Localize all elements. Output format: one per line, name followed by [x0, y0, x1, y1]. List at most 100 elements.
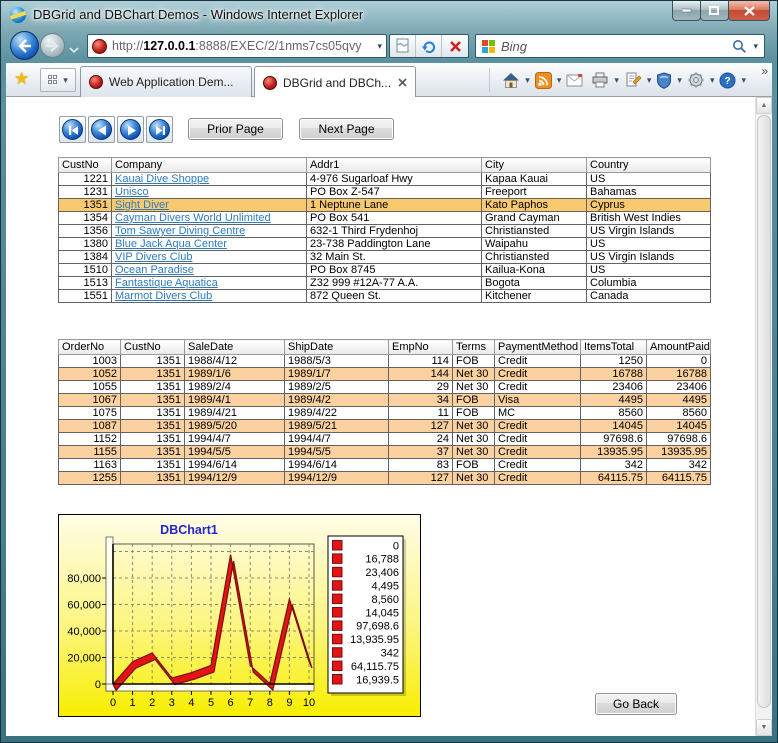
column-header[interactable]: Addr1 — [307, 158, 482, 173]
cell: Credit — [495, 420, 581, 433]
safety-dropdown-icon[interactable]: ▾ — [677, 76, 682, 85]
company-link[interactable]: Sight Diver — [115, 199, 169, 211]
favorites-star-icon[interactable]: ★ — [14, 69, 29, 89]
scrollbar-thumb[interactable] — [757, 115, 771, 708]
help-dropdown-icon[interactable]: ▾ — [741, 76, 746, 85]
cell: Z32 999 #12A-77 A.A. — [307, 277, 482, 290]
column-header[interactable]: SaleDate — [185, 340, 285, 355]
column-header[interactable]: AmountPaid — [647, 340, 711, 355]
column-header[interactable]: CustNo — [59, 158, 112, 173]
toolbar-overflow-chevron[interactable]: » — [761, 64, 768, 78]
search-box[interactable]: Bing ▾ — [475, 34, 765, 58]
command-bar: ▾ ▾ — [489, 68, 746, 92]
column-header[interactable]: Country — [587, 158, 711, 173]
cell: 872 Queen St. — [307, 290, 482, 303]
column-header[interactable]: PaymentMethod — [495, 340, 581, 355]
company-link[interactable]: Blue Jack Aqua Center — [115, 238, 227, 250]
refresh-button[interactable] — [416, 35, 442, 57]
read-mail-button[interactable] — [564, 69, 586, 91]
cell: 64115.75 — [581, 472, 647, 485]
cell: Credit — [495, 446, 581, 459]
compatibility-view-button[interactable] — [390, 35, 416, 57]
go-back-button[interactable]: Go Back — [595, 693, 677, 715]
vertical-scrollbar[interactable]: ▲ ▼ — [755, 97, 772, 736]
legend-value: 13,935.95 — [350, 634, 399, 646]
company-link[interactable]: Ocean Paradise — [115, 264, 194, 276]
maximize-button[interactable] — [700, 1, 729, 21]
gear-icon — [687, 71, 705, 89]
minimize-button[interactable] — [672, 1, 701, 21]
close-button[interactable] — [728, 1, 770, 21]
last-record-button[interactable] — [146, 116, 173, 143]
legend-value: 16,788 — [365, 554, 399, 566]
header-row: CustNoCompanyAddr1CityCountry — [59, 158, 711, 173]
cell: Kitchener — [482, 290, 587, 303]
prior-page-button[interactable]: Prior Page — [188, 118, 283, 140]
cell: Visa — [495, 394, 581, 407]
column-header[interactable]: OrderNo — [59, 340, 121, 355]
cell: 23406 — [647, 381, 711, 394]
scroll-down-button[interactable]: ▼ — [756, 719, 772, 736]
cell: PO Box 541 — [307, 212, 482, 225]
page-dropdown-icon[interactable]: ▾ — [647, 76, 652, 85]
print-button[interactable] — [589, 69, 611, 91]
address-bar[interactable]: http://127.0.0.1:8888/EXEC/2/1nms7cs05qv… — [87, 34, 387, 58]
help-button[interactable]: ? — [717, 69, 738, 91]
company-link[interactable]: Fantastique Aquatica — [115, 277, 218, 289]
recent-pages-dropdown[interactable] — [69, 41, 79, 59]
tab-dbgrid-dbchart[interactable]: DBGrid and DBCh... — [254, 66, 416, 98]
column-header[interactable]: Terms — [453, 340, 495, 355]
home-dropdown-icon[interactable]: ▾ — [525, 76, 530, 85]
column-header[interactable]: City — [482, 158, 587, 173]
help-icon: ? — [719, 72, 736, 89]
cell: 1989/5/20 — [185, 420, 285, 433]
next-record-button[interactable] — [117, 116, 144, 143]
cell: 8560 — [647, 407, 711, 420]
feeds-dropdown-icon[interactable]: ▾ — [557, 76, 562, 85]
cell: 1351 — [121, 381, 185, 394]
quick-tabs-dropdown-icon[interactable]: ▾ — [63, 76, 68, 85]
column-header[interactable]: EmpNo — [389, 340, 453, 355]
cell: Waipahu — [482, 238, 587, 251]
forward-button[interactable] — [40, 33, 65, 58]
search-options-dropdown-icon[interactable]: ▾ — [753, 42, 758, 51]
company-link[interactable]: Marmot Divers Club — [115, 290, 212, 302]
home-button[interactable] — [500, 69, 522, 91]
column-header[interactable]: CustNo — [121, 340, 185, 355]
print-dropdown-icon[interactable]: ▾ — [614, 76, 619, 85]
company-link[interactable]: Unisco — [115, 186, 149, 198]
tools-dropdown-icon[interactable]: ▾ — [710, 76, 715, 85]
url-text[interactable]: http://127.0.0.1:8888/EXEC/2/1nms7cs05qv… — [112, 39, 372, 53]
quick-tabs-button[interactable]: ▾ — [40, 68, 76, 92]
home-icon — [502, 72, 520, 89]
company-link[interactable]: Tom Sawyer Diving Centre — [115, 225, 245, 237]
tools-button[interactable] — [685, 69, 707, 91]
stop-button[interactable] — [442, 35, 468, 57]
back-button[interactable] — [10, 31, 39, 60]
legend-value: 16,939.5 — [356, 674, 399, 686]
search-input[interactable]: Bing — [501, 39, 726, 54]
column-header[interactable]: Company — [112, 158, 307, 173]
next-page-button[interactable]: Next Page — [299, 118, 394, 140]
company-link[interactable]: VIP Divers Club — [115, 251, 192, 263]
column-header[interactable]: ItemsTotal — [581, 340, 647, 355]
prior-record-button[interactable] — [88, 116, 115, 143]
scroll-up-button[interactable]: ▲ — [756, 97, 772, 114]
address-dropdown-icon[interactable]: ▾ — [377, 42, 382, 51]
cell: Credit — [495, 472, 581, 485]
tab-close-button[interactable] — [398, 76, 407, 90]
first-record-button[interactable] — [59, 116, 86, 143]
search-icon[interactable] — [732, 39, 747, 54]
safety-button[interactable] — [654, 69, 674, 91]
table-row: 125513511994/12/91994/12/9127Net 30Credi… — [59, 472, 711, 485]
column-header[interactable]: ShipDate — [285, 340, 389, 355]
page-button[interactable] — [622, 69, 644, 91]
svg-text:?: ? — [725, 76, 731, 87]
cell: 1994/4/7 — [185, 433, 285, 446]
cell: US — [587, 173, 711, 186]
tab-web-application-demos[interactable]: Web Application Dem... — [80, 66, 252, 97]
company-link[interactable]: Kauai Dive Shoppe — [115, 173, 209, 185]
feeds-button[interactable] — [533, 69, 554, 91]
company-link[interactable]: Cayman Divers World Unlimited — [115, 212, 271, 224]
dbchart: 020,00040,00060,00080,000012345678910DBC… — [58, 514, 421, 717]
